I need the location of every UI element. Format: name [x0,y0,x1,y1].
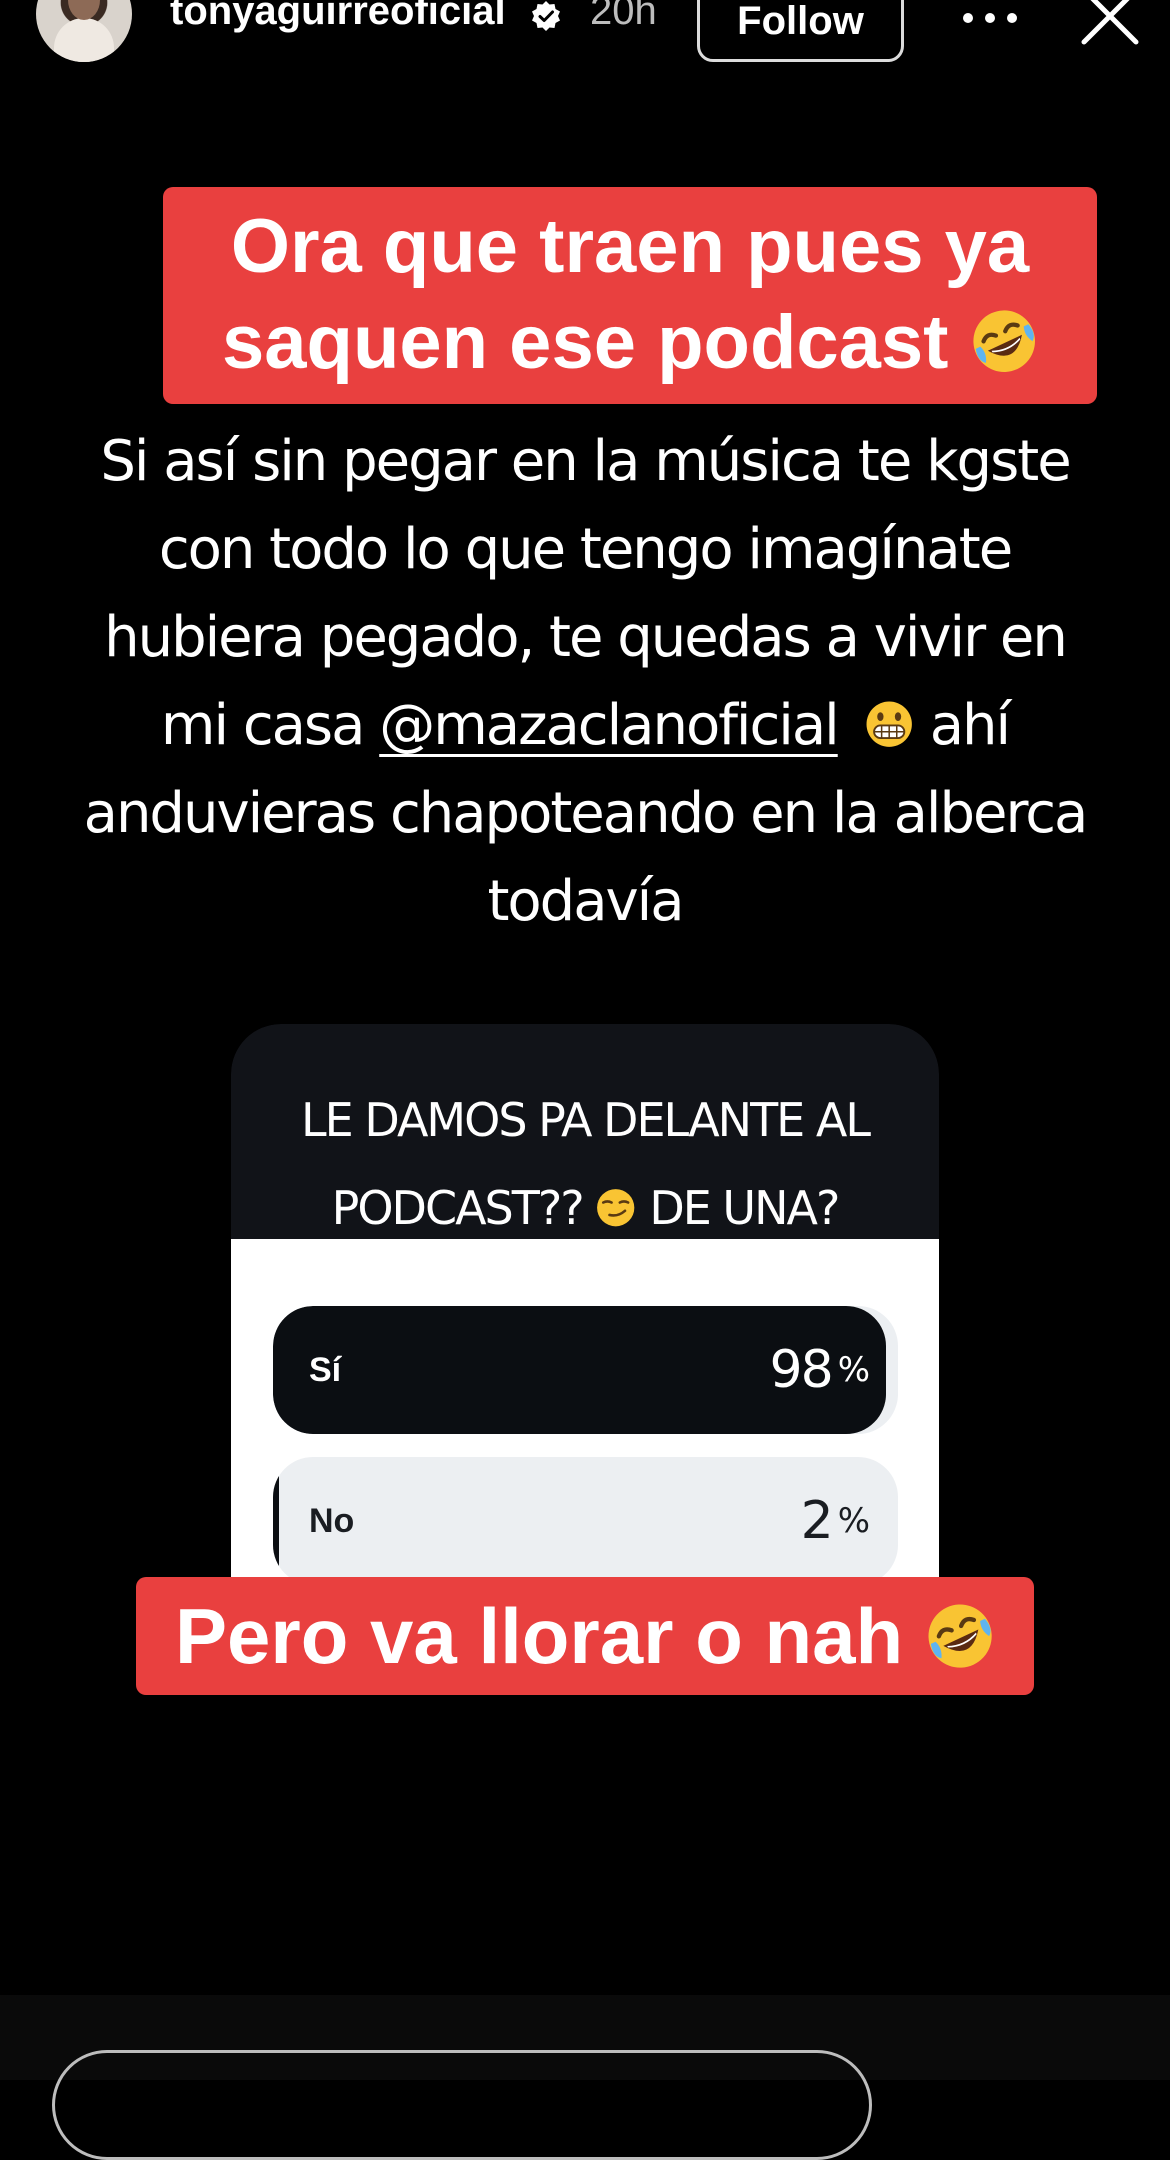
body-line: anduvieras chapoteando en la alberca [83,781,1089,846]
smirk-emoji [597,1189,635,1227]
poll-header: LE DAMOS PA DELANTE AL PODCAST?? DE UNA? [231,1024,939,1239]
poll-question-fragment: DE UNA? [636,1181,840,1235]
top-caption-line1: Ora que traen pues ya [230,204,1030,289]
top-caption-line2: saquen ese podcast [163,295,1097,391]
poll-question-line1: LE DAMOS PA DELANTE AL [301,1093,871,1147]
story-header: tonyaguirreoficial 20h Follow [0,0,1170,70]
story-body-text: Si así sin pegar en la música te kgste c… [60,418,1110,946]
poll-options: Sí 98% No 2% [231,1239,939,1584]
rofl-emoji [928,1604,992,1668]
story-frame: tonyaguirreoficial 20h Follow Ora que tr… [0,0,1170,1995]
avatar[interactable] [36,0,132,62]
reply-bar [0,1995,1170,2160]
body-line-with-mention: mi casa @mazaclanoficial ahí [60,682,1110,770]
percent-sign: % [837,1501,870,1541]
body-text-fragment: mi casa [160,693,380,758]
body-text-fragment: ahí [913,693,1011,758]
top-caption-line2-text: saquen ese podcast [221,300,949,385]
reply-input[interactable] [52,2050,872,2160]
avatar-face [68,0,100,20]
username[interactable]: tonyaguirreoficial [170,0,506,36]
poll-sticker: LE DAMOS PA DELANTE AL PODCAST?? DE UNA?… [231,1024,939,1584]
percent-value: 2 [800,1491,834,1551]
bottom-caption-text: Pero va llorar o nah [174,1592,904,1680]
body-line: todavía [487,869,684,934]
avatar-shirt [54,18,114,62]
more-icon[interactable] [962,12,1018,24]
mention-link[interactable]: @mazaclanoficial [379,693,839,758]
poll-option-no[interactable]: No 2% [273,1457,898,1584]
poll-question: LE DAMOS PA DELANTE AL PODCAST?? DE UNA? [231,1076,939,1252]
poll-option-si[interactable]: Sí 98% [273,1306,898,1434]
percent-sign: % [837,1350,870,1390]
poll-option-label: Sí [309,1351,342,1389]
post-time: 20h [590,0,657,33]
close-icon[interactable] [1080,0,1140,46]
body-line: con todo lo que tengo imagínate [158,517,1013,582]
rofl-emoji [973,310,1035,373]
grimacing-emoji [866,701,912,748]
poll-option-percent: 2% [800,1457,870,1584]
percent-value: 98 [769,1340,834,1400]
poll-question-fragment: PODCAST?? [331,1181,596,1235]
poll-option-label: No [309,1502,355,1540]
body-line: Si así sin pegar en la música te kgste [100,429,1071,494]
follow-button[interactable]: Follow [697,0,904,62]
body-line: hubiera pegado, te quedas a vivir en [104,605,1068,670]
bottom-caption: Pero va llorar o nah [136,1577,1034,1695]
poll-option-percent: 98% [769,1306,871,1434]
top-caption: Ora que traen pues ya saquen ese podcast [163,187,1097,404]
verified-icon [532,1,560,31]
poll-option-fill [273,1457,279,1584]
